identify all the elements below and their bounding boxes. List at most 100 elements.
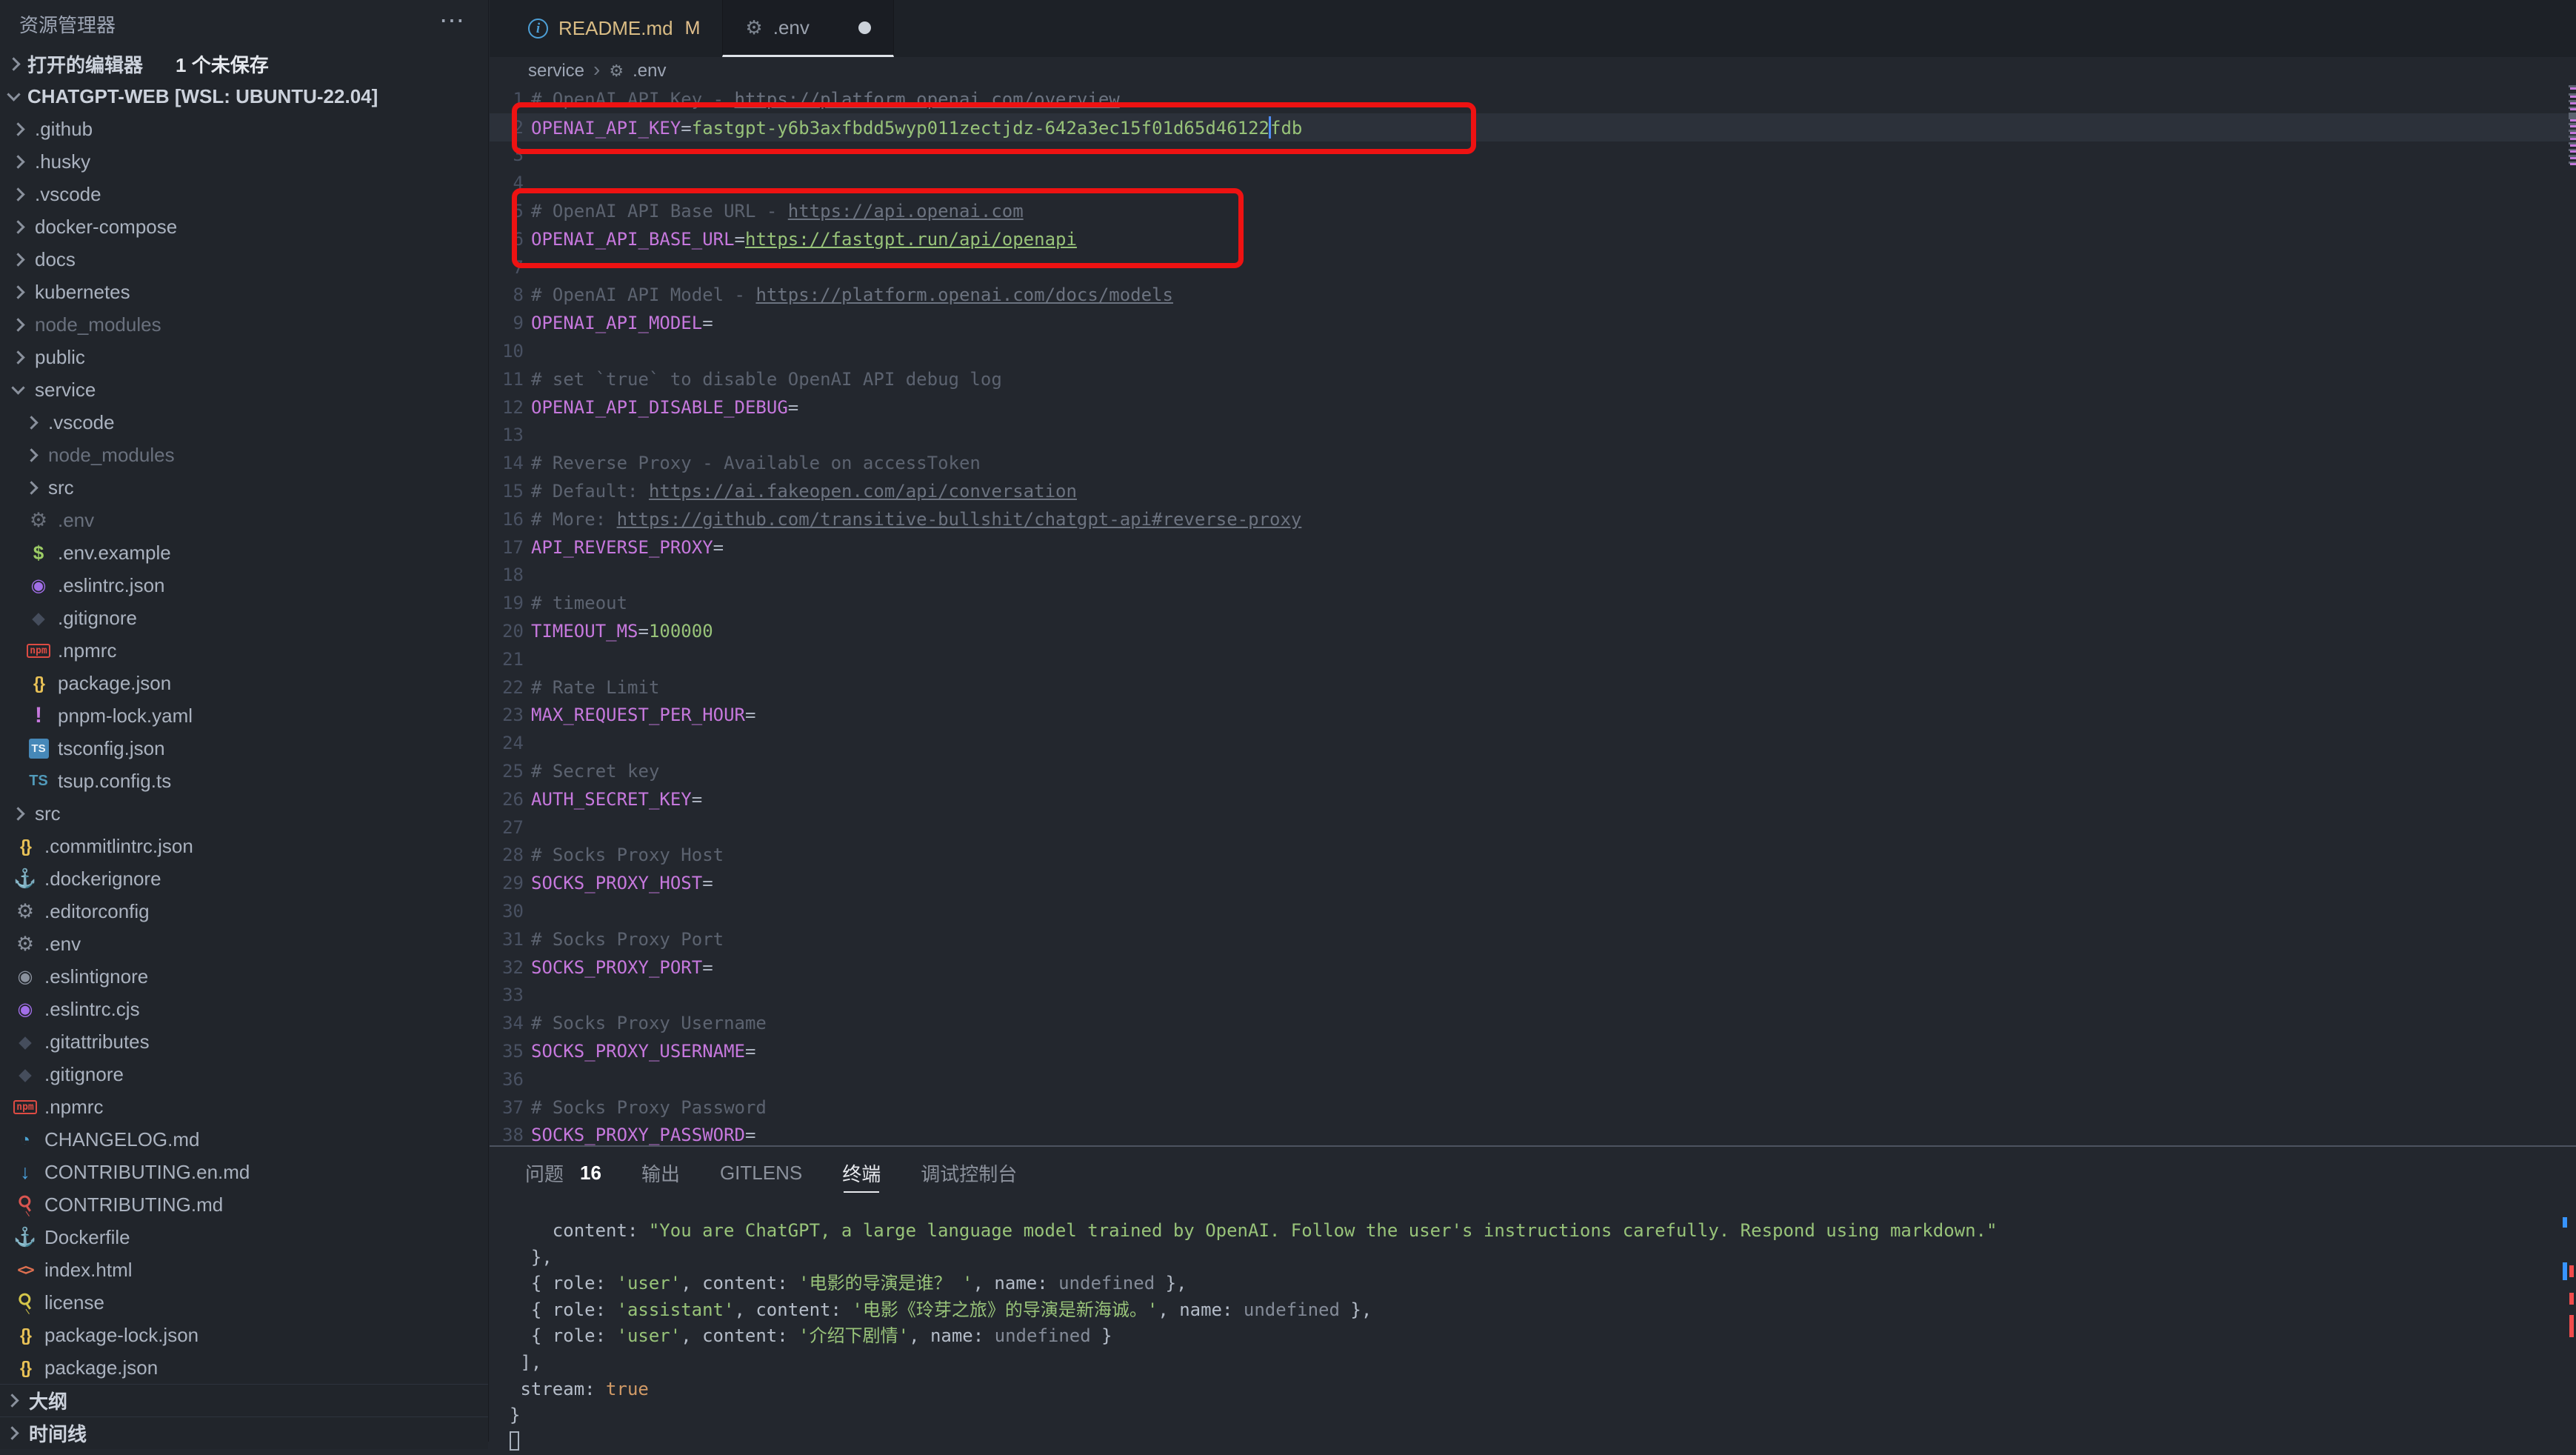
editor-line-3[interactable]: 3 <box>490 141 2576 170</box>
tree-item-.env[interactable]: ⚙.env <box>0 504 488 536</box>
editor-line-31[interactable]: 31# Socks Proxy Port <box>490 925 2576 953</box>
more-actions-icon[interactable]: ⋯ <box>439 6 466 36</box>
tree-item-label: .commitlintrc.json <box>44 835 193 858</box>
editor-line-6[interactable]: 6OPENAI_API_BASE_URL=https://fastgpt.run… <box>490 225 2576 253</box>
editor-line-30[interactable]: 30 <box>490 897 2576 925</box>
editor-line-17[interactable]: 17API_REVERSE_PROXY= <box>490 533 2576 562</box>
editor-line-26[interactable]: 26AUTH_SECRET_KEY= <box>490 785 2576 813</box>
panel-tab-输出[interactable]: 输出 <box>641 1147 680 1199</box>
tree-item-.vscode[interactable]: .vscode <box>0 178 488 210</box>
editor-line-27[interactable]: 27 <box>490 813 2576 842</box>
editor-line-9[interactable]: 9OPENAI_API_MODEL= <box>490 309 2576 337</box>
tree-item-service[interactable]: service <box>0 373 488 406</box>
tree-item-.eslintignore[interactable]: ◉.eslintignore <box>0 960 488 993</box>
panel-tab-调试控制台[interactable]: 调试控制台 <box>921 1147 1017 1199</box>
tree-item-pnpm-lock.yaml[interactable]: !pnpm-lock.yaml <box>0 699 488 732</box>
tree-item-.gitignore[interactable]: ◆.gitignore <box>0 1058 488 1091</box>
editor-line-19[interactable]: 19# timeout <box>490 589 2576 617</box>
breadcrumb-folder[interactable]: service <box>528 61 584 81</box>
tree-item-.vscode[interactable]: .vscode <box>0 406 488 439</box>
panel-tab-问题[interactable]: 问题16 <box>525 1147 601 1199</box>
editor-line-29[interactable]: 29SOCKS_PROXY_HOST= <box>490 869 2576 897</box>
editor-line-23[interactable]: 23MAX_REQUEST_PER_HOUR= <box>490 702 2576 730</box>
timeline-section[interactable]: 时间线 <box>0 1416 488 1449</box>
editor-line-37[interactable]: 37# Socks Proxy Password <box>490 1093 2576 1122</box>
tree-item-docker-compose[interactable]: docker-compose <box>0 210 488 243</box>
tree-item-.husky[interactable]: .husky <box>0 145 488 178</box>
editor-line-2[interactable]: 2OPENAI_API_KEY=fastgpt-y6b3axfbdd5wyp01… <box>490 113 2576 141</box>
tree-item-tsconfig.json[interactable]: TStsconfig.json <box>0 732 488 765</box>
tree-item-node_modules[interactable]: node_modules <box>0 439 488 471</box>
editor-line-22[interactable]: 22# Rate Limit <box>490 673 2576 702</box>
editor-line-4[interactable]: 4 <box>490 169 2576 197</box>
tree-item-package.json[interactable]: {}package.json <box>0 1351 488 1384</box>
tab-env[interactable]: ⚙ .env <box>722 0 893 57</box>
tree-item-.npmrc[interactable]: npm.npmrc <box>0 634 488 667</box>
editor-line-18[interactable]: 18 <box>490 562 2576 590</box>
tree-item-package.json[interactable]: {}package.json <box>0 667 488 699</box>
tree-item-package-lock.json[interactable]: {}package-lock.json <box>0 1319 488 1351</box>
editor-line-28[interactable]: 28# Socks Proxy Host <box>490 842 2576 870</box>
editor-line-35[interactable]: 35SOCKS_PROXY_USERNAME= <box>490 1037 2576 1065</box>
tree-item-Dockerfile[interactable]: ⚓Dockerfile <box>0 1221 488 1253</box>
code-editor[interactable]: 1# OpenAI API Key - https://platform.ope… <box>490 85 2576 1145</box>
tree-item-src[interactable]: src <box>0 797 488 830</box>
outline-section[interactable]: 大纲 <box>0 1384 488 1416</box>
tree-item-node_modules[interactable]: node_modules <box>0 308 488 341</box>
editor-line-10[interactable]: 10 <box>490 337 2576 365</box>
editor-line-33[interactable]: 33 <box>490 982 2576 1010</box>
editor-line-1[interactable]: 1# OpenAI API Key - https://platform.ope… <box>490 85 2576 113</box>
tree-item-CHANGELOG.md[interactable]: ◔CHANGELOG.md <box>0 1123 488 1156</box>
tree-item-.editorconfig[interactable]: ⚙.editorconfig <box>0 895 488 928</box>
panel-tab-终端[interactable]: 终端 <box>842 1147 881 1199</box>
editor-line-7[interactable]: 7 <box>490 253 2576 282</box>
tree-item-.npmrc[interactable]: npm.npmrc <box>0 1091 488 1123</box>
editor-line-36[interactable]: 36 <box>490 1065 2576 1093</box>
tree-item-.gitattributes[interactable]: ◆.gitattributes <box>0 1025 488 1058</box>
editor-line-12[interactable]: 12OPENAI_API_DISABLE_DEBUG= <box>490 393 2576 422</box>
panel-divider[interactable] <box>490 1145 2576 1147</box>
editor-line-34[interactable]: 34# Socks Proxy Username <box>490 1009 2576 1037</box>
editor-line-15[interactable]: 15# Default: https://ai.fakeopen.com/api… <box>490 477 2576 505</box>
tree-item-.commitlintrc.json[interactable]: {}.commitlintrc.json <box>0 830 488 862</box>
editor-line-5[interactable]: 5# OpenAI API Base URL - https://api.ope… <box>490 197 2576 225</box>
editor-line-11[interactable]: 11# set `true` to disable OpenAI API deb… <box>490 365 2576 393</box>
panel-tab-GITLENS[interactable]: GITLENS <box>720 1147 802 1199</box>
editor-line-8[interactable]: 8# OpenAI API Model - https://platform.o… <box>490 282 2576 310</box>
editor-line-20[interactable]: 20TIMEOUT_MS=100000 <box>490 617 2576 645</box>
tree-item-license[interactable]: license <box>0 1286 488 1319</box>
breadcrumb-file[interactable]: .env <box>633 61 666 81</box>
tree-item-.gitignore[interactable]: ◆.gitignore <box>0 602 488 634</box>
tree-item-src[interactable]: src <box>0 471 488 504</box>
tree-item-.github[interactable]: .github <box>0 113 488 145</box>
tree-item-public[interactable]: public <box>0 341 488 373</box>
line-number: 6 <box>490 229 524 250</box>
tree-item-index.html[interactable]: <>index.html <box>0 1253 488 1286</box>
unsaved-dot-icon[interactable] <box>858 21 871 34</box>
tree-item-.eslintrc.json[interactable]: ◉.eslintrc.json <box>0 569 488 602</box>
tree-item-label: CHANGELOG.md <box>44 1128 200 1151</box>
tree-item-label: CONTRIBUTING.md <box>44 1193 223 1216</box>
tree-item-CONTRIBUTING.md[interactable]: CONTRIBUTING.md <box>0 1188 488 1221</box>
project-root-row[interactable]: CHATGPT-WEB [WSL: UBUNTU-22.04] <box>0 80 488 113</box>
editor-line-24[interactable]: 24 <box>490 729 2576 757</box>
editor-line-21[interactable]: 21 <box>490 645 2576 673</box>
tree-item-.dockerignore[interactable]: ⚓.dockerignore <box>0 862 488 895</box>
editor-line-25[interactable]: 25# Secret key <box>490 757 2576 785</box>
terminal-output[interactable]: content: "You are ChatGPT, a large langu… <box>510 1218 2554 1455</box>
tree-item-.env.example[interactable]: $.env.example <box>0 536 488 569</box>
editor-line-13[interactable]: 13 <box>490 422 2576 450</box>
open-editors-section[interactable]: 打开的编辑器 1 个未保存 <box>0 47 488 80</box>
tab-readme[interactable]: i README.md M <box>506 0 722 57</box>
editor-line-14[interactable]: 14# Reverse Proxy - Available on accessT… <box>490 449 2576 477</box>
tree-item-kubernetes[interactable]: kubernetes <box>0 276 488 308</box>
tree-item-CONTRIBUTING.en.md[interactable]: ↓CONTRIBUTING.en.md <box>0 1156 488 1188</box>
editor-line-16[interactable]: 16# More: https://github.com/transitive-… <box>490 505 2576 533</box>
tree-item-.env[interactable]: ⚙.env <box>0 928 488 960</box>
editor-line-38[interactable]: 38SOCKS_PROXY_PASSWORD= <box>490 1121 2576 1145</box>
minimap[interactable] <box>2567 85 2576 182</box>
tree-item-.eslintrc.cjs[interactable]: ◉.eslintrc.cjs <box>0 993 488 1025</box>
tree-item-docs[interactable]: docs <box>0 243 488 276</box>
tree-item-tsup.config.ts[interactable]: TStsup.config.ts <box>0 765 488 797</box>
editor-line-32[interactable]: 32SOCKS_PROXY_PORT= <box>490 953 2576 982</box>
